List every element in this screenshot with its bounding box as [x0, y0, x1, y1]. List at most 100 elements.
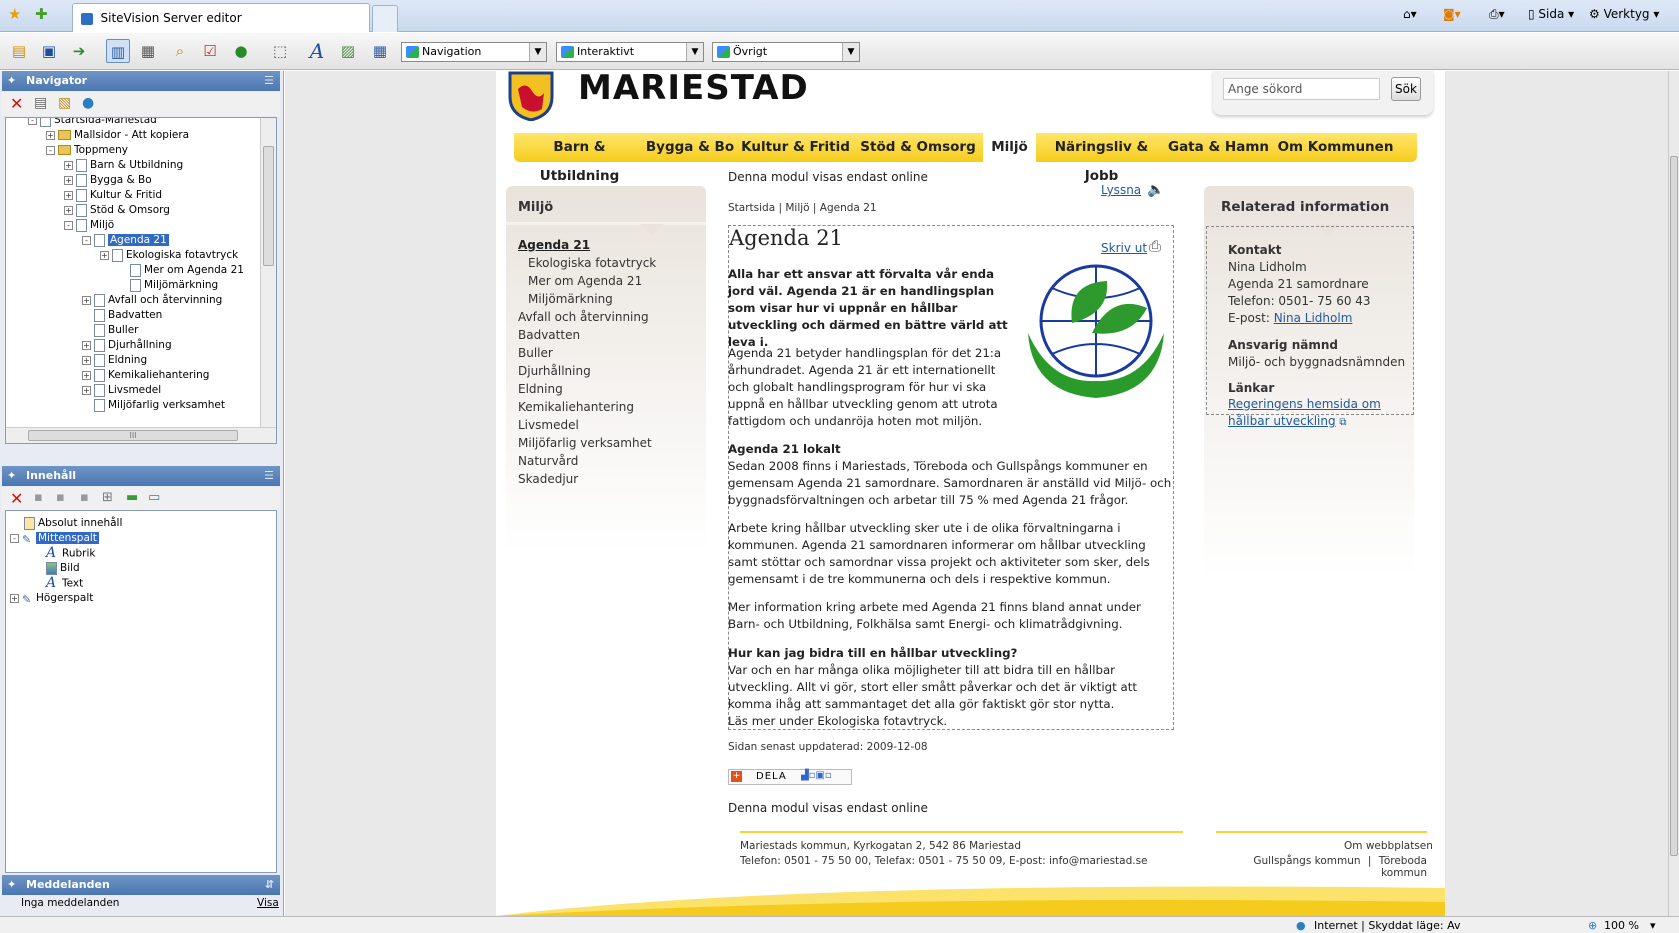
delete-icon[interactable]: ✕	[10, 94, 23, 113]
navigator-node[interactable]: - Agenda 21	[82, 233, 169, 248]
preview-icon[interactable]: ▭	[148, 490, 160, 505]
navigator-node[interactable]: + Mallsidor - Att kopiera	[46, 128, 189, 143]
publish-icon[interactable]: ➔	[67, 39, 91, 63]
copy-icon[interactable]: ▪	[56, 490, 65, 505]
content-node[interactable]: + ✎ Högerspalt	[10, 591, 93, 606]
page-menu[interactable]: ▯ Sida ▾	[1528, 7, 1574, 21]
share-button[interactable]: + DELA ▟▫▣▫	[728, 769, 852, 785]
listen-link[interactable]: Lyssna	[1101, 183, 1141, 197]
image-module-icon[interactable]: ▨	[336, 39, 360, 63]
section-nav-item[interactable]: Miljömärkning	[528, 292, 613, 306]
expand-icon[interactable]: +	[64, 205, 73, 215]
section-nav-item[interactable]: Avfall och återvinning	[518, 310, 649, 324]
add-module-icon[interactable]: ⬚	[268, 39, 292, 63]
checklist-icon[interactable]: ☑	[198, 39, 222, 63]
globe-icon[interactable]: ●	[82, 95, 94, 111]
collapse-icon[interactable]: -	[64, 220, 73, 230]
hscroll-handle[interactable]: III	[28, 430, 238, 441]
navigator-node[interactable]: + Livsmedel	[82, 383, 161, 398]
search-page-icon[interactable]: ⌕	[168, 39, 192, 63]
expand-icon[interactable]: +	[82, 385, 91, 395]
expand-icon[interactable]: +	[82, 370, 91, 380]
other-select[interactable]: Övrigt ▼	[712, 42, 860, 62]
navigator-node[interactable]: + Barn & Utbildning	[64, 158, 183, 173]
navigator-node[interactable]: - Startsida-Mariestad	[28, 118, 157, 128]
section-nav-item[interactable]: Badvatten	[518, 328, 580, 342]
speaker-icon[interactable]: 🔈	[1147, 182, 1164, 198]
collapse-icon[interactable]: -	[28, 118, 37, 125]
main-nav-item[interactable]: Om Kommunen	[1270, 133, 1401, 162]
collapse-icon[interactable]: -	[82, 235, 91, 245]
text-module-icon[interactable]: A	[305, 39, 329, 63]
expand-icon[interactable]: +	[82, 340, 91, 350]
section-nav-item[interactable]: Livsmedel	[518, 418, 579, 432]
collapse-icon[interactable]: -	[46, 145, 55, 155]
main-nav-item[interactable]: Kultur & Fritid	[738, 133, 853, 162]
section-nav-item[interactable]: Naturvård	[518, 454, 578, 468]
chevron-down-icon[interactable]: ▼	[686, 43, 703, 61]
move-icon[interactable]: ⊞	[102, 490, 113, 505]
add-favorites-icon[interactable]: ✚	[35, 5, 48, 23]
panel-collapse-icon[interactable]: ⇵	[265, 878, 274, 891]
cut-icon[interactable]: ▪	[34, 490, 43, 505]
search-input[interactable]: Ange sökord	[1223, 78, 1380, 100]
expand-icon[interactable]: +	[64, 160, 73, 170]
content-node[interactable]: Bild	[46, 561, 80, 576]
section-nav-item[interactable]: Skadedjur	[518, 472, 578, 486]
expand-icon[interactable]: +	[100, 250, 109, 260]
section-nav-item[interactable]: Mer om Agenda 21	[528, 274, 642, 288]
expand-icon[interactable]: +	[64, 175, 73, 185]
toreboda-link[interactable]: Töreboda kommun	[1379, 855, 1427, 879]
zoom-level[interactable]: 100 %	[1604, 919, 1639, 932]
footer-about-link[interactable]: Om webbplatsen	[1344, 840, 1433, 852]
main-nav-item[interactable]: Stöd & Omsorg	[853, 133, 983, 162]
main-nav-item[interactable]: Bygga & Bo	[642, 133, 738, 162]
navigator-node[interactable]: + Bygga & Bo	[64, 173, 152, 188]
section-nav-item[interactable]: Eldning	[518, 382, 563, 396]
browser-tab[interactable]: SiteVision Server editor	[72, 3, 370, 32]
expand-icon[interactable]: +	[10, 593, 19, 603]
zoom-dropdown-icon[interactable]: ▾	[1650, 919, 1656, 932]
main-nav-item[interactable]: Miljö	[983, 133, 1036, 162]
properties-icon[interactable]: ▤	[34, 95, 47, 111]
government-link[interactable]: Regeringens hemsida om hållbar utvecklin…	[1228, 397, 1381, 428]
print-link[interactable]: Skriv ut	[1101, 241, 1147, 255]
navigator-node[interactable]: + Kemikaliehantering	[82, 368, 209, 383]
favorites-star-icon[interactable]: ★	[8, 5, 21, 23]
section-nav-item[interactable]: Miljöfarlig verksamhet	[518, 436, 652, 450]
tools-menu[interactable]: ⚙ Verktyg ▾	[1589, 7, 1659, 21]
section-nav-item[interactable]: Djurhållning	[518, 364, 591, 378]
content-node[interactable]: A Rubrik	[46, 546, 95, 561]
expand-icon[interactable]: +	[64, 190, 73, 200]
zoom-icon[interactable]: ⊕	[1588, 919, 1597, 932]
search-button[interactable]: Sök	[1391, 77, 1421, 101]
navigator-node[interactable]: Mer om Agenda 21	[118, 263, 244, 278]
main-nav-item[interactable]: Barn & Utbildning	[517, 133, 642, 184]
navigator-node[interactable]: + Ekologiska fotavtryck	[100, 248, 238, 263]
grid-view-icon[interactable]: ▦	[136, 39, 160, 63]
panel-menu-icon[interactable]: ☰	[264, 469, 274, 482]
navigator-node[interactable]: + Kultur & Fritid	[64, 188, 162, 203]
add-module-icon[interactable]: ▬	[126, 490, 138, 505]
archive-icon[interactable]: ▧	[58, 95, 71, 111]
gullspang-link[interactable]: Gullspångs kommun	[1253, 855, 1360, 867]
navigator-node[interactable]: + Stöd & Omsorg	[64, 203, 170, 218]
navigator-vscrollbar[interactable]	[260, 118, 276, 428]
navigator-node[interactable]: + Avfall och återvinning	[82, 293, 222, 308]
section-nav-item[interactable]: Ekologiska fotavtryck	[528, 256, 656, 270]
print-icon[interactable]: ⎙▾	[1489, 7, 1505, 22]
delete-icon[interactable]: ✕	[10, 489, 23, 508]
navigator-node[interactable]: - Miljö	[64, 218, 114, 233]
expand-icon[interactable]: +	[82, 355, 91, 365]
content-node[interactable]: - ✎ Mittenspalt	[10, 531, 99, 546]
messages-show-link[interactable]: Visa	[257, 897, 279, 909]
table-module-icon[interactable]: ▦	[368, 39, 392, 63]
main-nav-item[interactable]: Gata & Hamn	[1167, 133, 1270, 162]
printer-icon[interactable]: ⎙	[1149, 237, 1161, 255]
new-tab-button[interactable]	[372, 5, 398, 32]
navigator-hscrollbar[interactable]: III	[6, 427, 276, 443]
navigator-node[interactable]: Badvatten	[82, 308, 162, 323]
globe-icon[interactable]: ●	[229, 39, 253, 63]
navigator-node[interactable]: + Eldning	[82, 353, 147, 368]
navigation-select[interactable]: Navigation ▼	[401, 42, 547, 62]
